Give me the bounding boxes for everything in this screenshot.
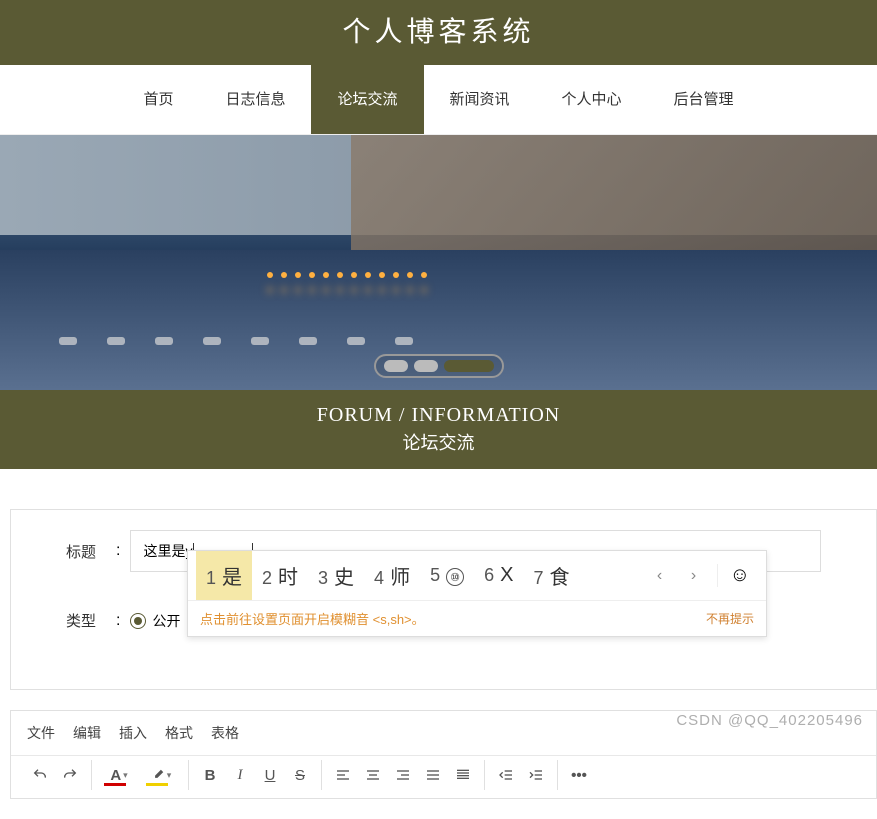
section-header: FORUM / INFORMATION 论坛交流 [0,390,877,469]
align-left-icon[interactable] [328,760,358,790]
ime-prev-icon[interactable]: ‹ [649,565,671,587]
section-title-cn: 论坛交流 [0,429,877,455]
indent-icon[interactable] [521,760,551,790]
carousel-dot-1[interactable] [384,360,408,372]
ime-candidate-3[interactable]: 3史 [308,551,364,600]
carousel-indicator[interactable] [374,354,504,378]
ime-next-icon[interactable]: › [683,565,705,587]
main-nav: 首页 日志信息 论坛交流 新闻资讯 个人中心 后台管理 [0,65,877,135]
app-title: 个人博客系统 [342,16,534,47]
carousel-dot-2[interactable] [414,360,438,372]
carousel-dot-3[interactable] [444,360,494,372]
align-right-icon[interactable] [388,760,418,790]
menu-file[interactable]: 文件 [27,723,55,743]
outdent-icon[interactable] [491,760,521,790]
ime-dismiss-button[interactable]: 不再提示 [706,610,754,627]
nav-forum[interactable]: 论坛交流 [311,65,423,134]
ime-emoji-icon[interactable]: ☺ [717,564,750,587]
ime-candidate-4[interactable]: 4师 [364,551,420,600]
strikethrough-icon[interactable]: S [285,760,315,790]
menu-edit[interactable]: 编辑 [73,723,101,743]
ime-hint-text[interactable]: 点击前往设置页面开启模糊音 <s,sh>。 [200,609,425,628]
align-center-icon[interactable] [358,760,388,790]
type-label: 类型 [66,610,116,631]
type-radio-public[interactable] [130,613,146,629]
ime-candidate-1[interactable]: 1是 [196,551,252,600]
text-color-icon[interactable]: A▾ [98,760,140,790]
undo-icon[interactable] [25,760,55,790]
type-radio-public-label: 公开 [152,611,180,631]
highlight-color-icon[interactable]: ▾ [140,760,182,790]
hero-carousel[interactable] [0,135,877,390]
nav-admin[interactable]: 后台管理 [648,65,760,134]
nav-diary[interactable]: 日志信息 [199,65,311,134]
section-title-en: FORUM / INFORMATION [0,404,877,427]
ime-candidate-2[interactable]: 2时 [252,551,308,600]
watermark: CSDN @QQ_402205496 [676,712,863,729]
ime-popup: 1是 2时 3史 4师 5⑩ 6X 7食 ‹ › ☺ 点击前往设置页面开启模糊音… [187,550,767,637]
editor-toolbar: A▾ ▾ B I U S ••• [11,756,876,798]
underline-icon[interactable]: U [255,760,285,790]
italic-icon[interactable]: I [225,760,255,790]
ime-candidate-7[interactable]: 7食 [523,551,579,600]
align-justify-icon[interactable] [418,760,448,790]
nav-home[interactable]: 首页 [117,65,199,134]
redo-icon[interactable] [55,760,85,790]
nav-news[interactable]: 新闻资讯 [424,65,536,134]
ime-candidate-5[interactable]: 5⑩ [420,555,474,596]
app-header: 个人博客系统 [0,0,877,65]
post-form: 标题: 这里是y 类型: 公开 1是 2时 3史 4师 5⑩ 6X 7食 [10,509,877,690]
menu-format[interactable]: 格式 [165,723,193,743]
more-icon[interactable]: ••• [564,760,594,790]
menu-insert[interactable]: 插入 [119,723,147,743]
justify-full-icon[interactable] [448,760,478,790]
title-label: 标题 [66,541,116,562]
ime-candidate-6[interactable]: 6X [474,554,523,597]
nav-personal[interactable]: 个人中心 [536,65,648,134]
menu-table[interactable]: 表格 [211,723,239,743]
bold-icon[interactable]: B [195,760,225,790]
